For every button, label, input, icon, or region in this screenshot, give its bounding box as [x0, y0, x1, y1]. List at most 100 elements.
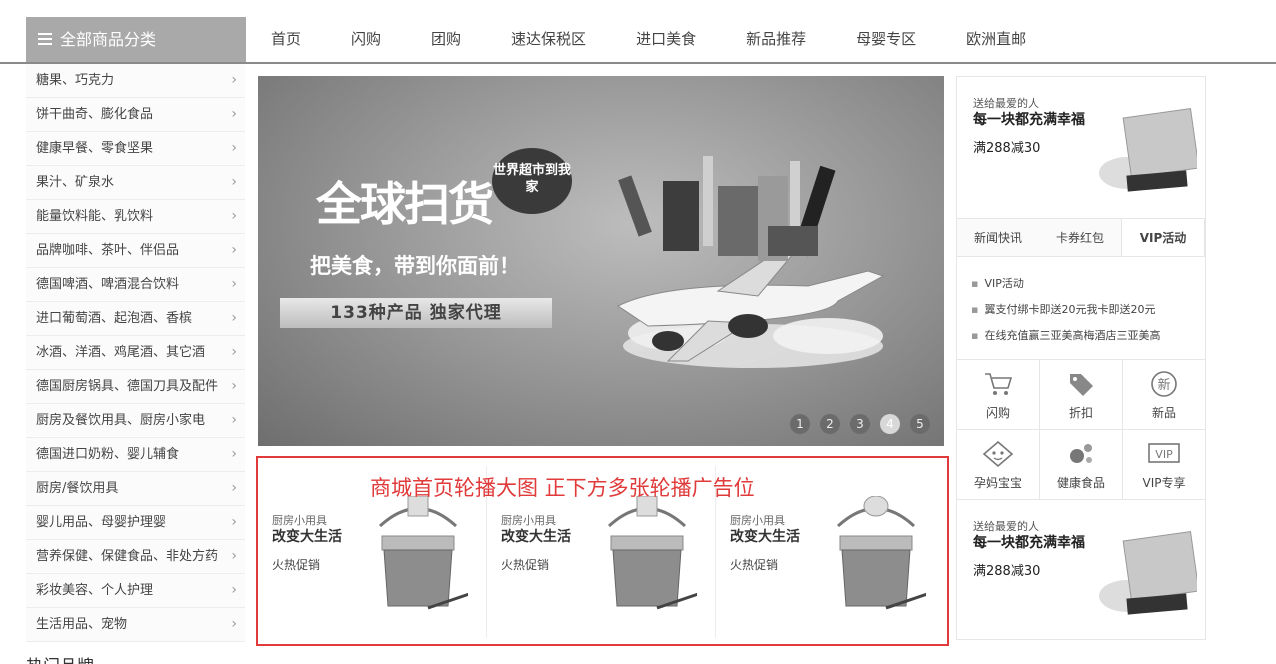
sidebar-category-item[interactable]: 健康早餐、零食坚果 › — [26, 132, 245, 166]
news-list: VIP活动 翼支付绑卡即送20元我卡即送20元 在线充值赢三亚美高梅酒店三亚美高 — [971, 271, 1197, 349]
sidebar-category-item[interactable]: 德国啤酒、啤酒混合饮料 › — [26, 268, 245, 302]
sidebar-category-item[interactable]: 德国进口奶粉、婴儿辅食 › — [26, 438, 245, 472]
sidebar-category-item[interactable]: 冰酒、洋酒、鸡尾酒、其它酒 › — [26, 336, 245, 370]
nav-item-imported-food[interactable]: 进口美食 — [636, 17, 696, 62]
quick-link-health-food[interactable]: 健康食品 — [1040, 430, 1123, 500]
sidebar-category-label: 果汁、矿泉水 — [36, 175, 115, 190]
carousel-page-4[interactable]: 4 — [880, 414, 900, 434]
promo-card-top[interactable]: 送给最爱的人 每一块都充满幸福 满288减30 — [957, 77, 1205, 218]
hot-brands-heading: 热门品牌 — [26, 652, 94, 664]
banner-subtitle: 把美食，带到你面前！ — [310, 254, 520, 278]
chevron-right-icon: › — [231, 72, 237, 88]
chevron-right-icon: › — [231, 446, 237, 462]
tag-icon — [1070, 374, 1093, 396]
right-panel: 送给最爱的人 每一块都充满幸福 满288减30 新闻快讯 卡券红包 VIP活动 … — [956, 76, 1206, 640]
sidebar-category-item[interactable]: 婴儿用品、母婴护理婴 › — [26, 506, 245, 540]
nav-item-europe-direct[interactable]: 欧洲直邮 — [966, 17, 1026, 62]
promo-discount: 满288减30 — [973, 564, 1041, 579]
chevron-right-icon: › — [231, 412, 237, 428]
sidebar-category-label: 德国厨房锅具、德国刀具及配件 — [36, 379, 219, 394]
news-item[interactable]: 翼支付绑卡即送20元我卡即送20元 — [971, 297, 1197, 323]
sidebar-category-label: 婴儿用品、母婴护理婴 — [36, 515, 167, 530]
baby-icon — [982, 440, 1014, 468]
health-food-icon — [1070, 444, 1092, 463]
quick-link-label: 闪购 — [985, 406, 1010, 420]
news-item[interactable]: VIP活动 — [971, 271, 1197, 297]
ad-card-title: 改变大生活 — [730, 529, 800, 545]
chevron-right-icon: › — [231, 378, 237, 394]
chevron-right-icon: › — [231, 514, 237, 530]
sidebar-category-label: 厨房/餐饮用具 — [36, 481, 119, 496]
chevron-right-icon: › — [231, 548, 237, 564]
sidebar-category-item[interactable]: 彩妆美容、个人护理 › — [26, 574, 245, 608]
chevron-right-icon: › — [231, 208, 237, 224]
promo-title: 每一块都充满幸福 — [973, 112, 1085, 128]
top-nav: 全部商品分类 首页 闪购 团购 速达保税区 进口美食 新品推荐 母婴专区 欧洲直… — [0, 17, 1276, 64]
sidebar-category-item[interactable]: 厨房/餐饮用具 › — [26, 472, 245, 506]
chevron-right-icon: › — [231, 106, 237, 122]
quick-link-flash-sale[interactable]: 闪购 — [957, 360, 1040, 430]
quick-link-mother-baby[interactable]: 孕妈宝宝 — [957, 430, 1040, 500]
sidebar-category-label: 能量饮料能、乳饮料 — [36, 209, 154, 224]
sidebar-category-label: 糖果、巧克力 — [36, 73, 115, 88]
sidebar-category-label: 进口葡萄酒、起泡酒、香槟 — [36, 311, 193, 326]
carousel-page-3[interactable]: 3 — [850, 414, 870, 434]
nav-item-mother-baby[interactable]: 母婴专区 — [856, 17, 916, 62]
carousel-page-2[interactable]: 2 — [820, 414, 840, 434]
chevron-right-icon: › — [231, 310, 237, 326]
carousel-page-1[interactable]: 1 — [790, 414, 810, 434]
sidebar-category-label: 营养保健、保健食品、非处方药 — [36, 549, 219, 564]
quick-link-new[interactable]: 新 新品 — [1123, 360, 1205, 430]
sidebar-category-label: 健康早餐、零食坚果 — [36, 141, 154, 156]
chevron-right-icon: › — [231, 242, 237, 258]
ad-card-promo: 火热促销 — [730, 558, 779, 572]
ad-card-promo: 火热促销 — [272, 558, 321, 572]
banner-bubble: 世界超市到我家 — [492, 148, 572, 214]
news-item[interactable]: 在线充值赢三亚美高梅酒店三亚美高 — [971, 323, 1197, 349]
nav-item-bonded[interactable]: 速达保税区 — [511, 17, 586, 62]
chevron-right-icon: › — [231, 174, 237, 190]
ice-bucket-image — [607, 496, 697, 610]
sidebar-category-label: 德国进口奶粉、婴儿辅食 — [36, 447, 180, 462]
vip-glyph: VIP — [1155, 448, 1173, 461]
nav-item-new-products[interactable]: 新品推荐 — [746, 17, 806, 62]
sidebar-category-label: 厨房及餐饮用具、厨房小家电 — [36, 413, 206, 428]
quick-link-discount[interactable]: 折扣 — [1040, 360, 1123, 430]
tab-coupons[interactable]: 卡券红包 — [1039, 219, 1121, 256]
quick-link-label: 健康食品 — [1056, 476, 1105, 490]
sidebar-category-item[interactable]: 糖果、巧克力 › — [26, 64, 245, 98]
all-categories-button[interactable]: 全部商品分类 — [26, 17, 246, 62]
banner-headline: 全球扫货 — [316, 177, 494, 231]
chevron-right-icon: › — [231, 276, 237, 292]
carousel-pager: 1 2 3 4 5 — [790, 414, 930, 434]
promo-discount: 满288减30 — [973, 141, 1041, 156]
banner-ribbon: 133种产品 独家代理 — [280, 298, 552, 328]
quick-link-vip[interactable]: VIP VIP专享 — [1123, 430, 1205, 500]
quick-link-label: 折扣 — [1068, 406, 1093, 420]
ad-card-title: 改变大生活 — [501, 529, 571, 545]
quick-link-label: 孕妈宝宝 — [973, 476, 1022, 490]
nav-item-home[interactable]: 首页 — [271, 17, 301, 62]
hero-banner[interactable]: 全球扫货 世界超市到我家 把美食，带到你面前！ 133种产品 独家代理 1 2 — [258, 76, 944, 446]
sidebar-category-item[interactable]: 生活用品、宠物 › — [26, 608, 245, 642]
cart-icon — [985, 373, 1013, 395]
sidebar-category-item[interactable]: 厨房及餐饮用具、厨房小家电 › — [26, 404, 245, 438]
sidebar-category-item[interactable]: 果汁、矿泉水 › — [26, 166, 245, 200]
chevron-right-icon: › — [231, 582, 237, 598]
nav-item-group-buy[interactable]: 团购 — [431, 17, 461, 62]
sidebar-category-item[interactable]: 品牌咖啡、茶叶、伴侣品 › — [26, 234, 245, 268]
tab-news[interactable]: 新闻快讯 — [957, 219, 1039, 256]
new-badge-glyph: 新 — [1157, 377, 1170, 393]
nav-item-flash-sale[interactable]: 闪购 — [351, 17, 381, 62]
sidebar-category-item[interactable]: 饼干曲奇、膨化食品 › — [26, 98, 245, 132]
carousel-page-5[interactable]: 5 — [910, 414, 930, 434]
sidebar-category-item[interactable]: 营养保健、保健食品、非处方药 › — [26, 540, 245, 574]
nav-menu: 首页 闪购 团购 速达保税区 进口美食 新品推荐 母婴专区 欧洲直邮 — [246, 17, 1051, 62]
sidebar-category-item[interactable]: 进口葡萄酒、起泡酒、香槟 › — [26, 302, 245, 336]
promo-card-bottom[interactable]: 送给最爱的人 每一块都充满幸福 满288减30 — [957, 500, 1205, 641]
sidebar-category-item[interactable]: 德国厨房锅具、德国刀具及配件 › — [26, 370, 245, 404]
sidebar-category-item[interactable]: 能量饮料能、乳饮料 › — [26, 200, 245, 234]
tab-vip[interactable]: VIP活动 — [1121, 219, 1205, 256]
chevron-right-icon: › — [231, 616, 237, 632]
chevron-right-icon: › — [231, 480, 237, 496]
